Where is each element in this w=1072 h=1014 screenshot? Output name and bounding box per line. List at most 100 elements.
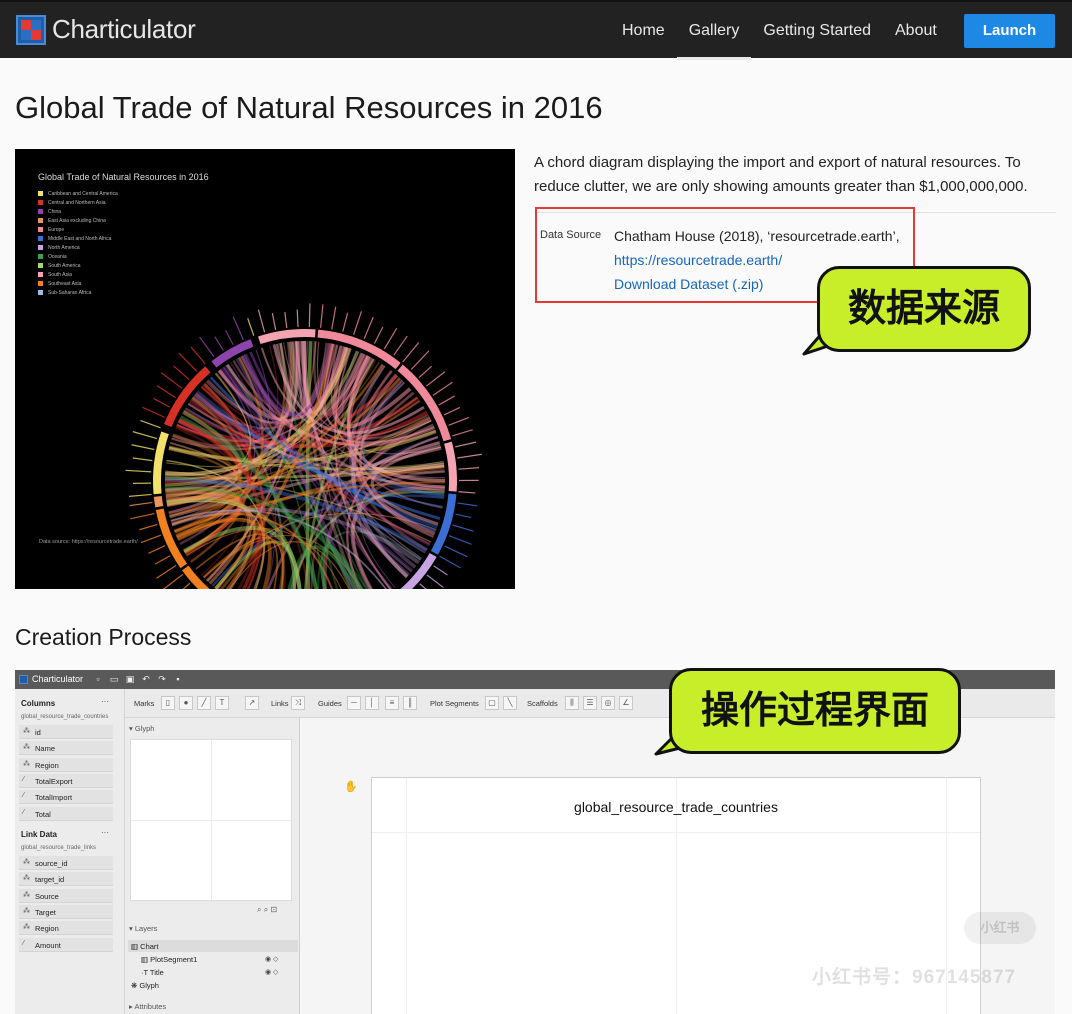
country-tick-label [448,535,472,545]
nav-getting-started[interactable]: Getting Started [751,2,883,60]
link-data-menu-icon[interactable]: ··· [101,828,109,837]
text-mark-icon[interactable]: T [215,696,229,710]
country-tick-label [452,429,473,437]
guide-h-icon[interactable]: ─ [347,696,361,710]
visibility-icon[interactable]: ◉ ◇ [265,968,278,976]
column-item[interactable]: ⁄ Amount [19,937,113,952]
country-tick-label [160,372,183,389]
section-title: Creation Process [15,624,192,650]
column-label: TotalImport [35,793,73,803]
country-tick-label [432,381,453,396]
column-item[interactable]: ⁄ TotalImport [19,790,113,805]
country-tick-label [308,303,311,328]
country-tick-label [128,493,152,497]
v-scaffold-icon[interactable]: ☰ [583,696,597,710]
column-label: TotalExport [35,776,73,786]
layer-glyph[interactable]: ❋ Glyph [131,981,159,990]
legend-label: Caribbean and Central America [48,190,118,197]
column-label: id [35,728,41,737]
line-segment-icon[interactable]: ╲ [503,696,517,710]
country-tick-label [257,309,266,333]
legend-item: Central and Northern Asia [38,198,118,207]
line-mark-icon[interactable]: ╱ [197,696,211,710]
nested-chart-icon[interactable]: ↗ [245,696,259,710]
canvas-chart-title[interactable]: global_resource_trade_countries [372,799,980,815]
preview-legend: Caribbean and Central America Central and… [38,189,118,297]
polar-scaffold-icon[interactable]: ◎ [601,696,615,710]
column-item[interactable]: ⁂ target_id [19,872,113,887]
column-item[interactable]: ⁂ id [19,725,113,739]
chord-arc [153,496,164,508]
column-item[interactable]: ⁂ Region [19,757,113,772]
curve-scaffold-icon[interactable]: ∠ [619,696,633,710]
delete-icon[interactable]: ▪ [173,674,183,684]
guide-grid-v-icon[interactable]: ║ [403,696,417,710]
layer-chart[interactable]: ▥ Chart [131,942,159,951]
country-tick-label [132,457,153,462]
country-tick-label [154,555,171,565]
save-icon[interactable]: ▣ [125,674,135,684]
column-label: Target [35,907,56,917]
column-label: source_id [35,859,68,868]
nav-home[interactable]: Home [610,2,677,60]
undo-icon[interactable]: ↶ [141,674,151,684]
zoom-icons[interactable]: ⌕ ⌕ ⊡ [257,905,277,915]
legend-swatch [38,245,43,250]
column-item[interactable]: ⁂ Region [19,921,113,936]
chord-arc [444,441,457,492]
chord-arc [153,431,169,495]
chart-preview-image[interactable]: Global Trade of Natural Resources in 201… [15,149,515,589]
link-tool-icon[interactable]: ⤨ [291,696,305,710]
legend-label: North America [48,244,80,251]
legend-label: South America [48,262,81,269]
open-folder-icon[interactable]: ▭ [109,674,119,684]
redo-icon[interactable]: ↷ [157,674,167,684]
column-item[interactable]: ⁄ TotalExport [19,773,113,788]
columns-menu-icon[interactable]: ··· [101,697,109,706]
guide-grid-h-icon[interactable]: ≡ [385,696,399,710]
layer-plotsegment[interactable]: ▥ PlotSegment1 [141,955,197,964]
country-tick-label [331,306,337,330]
chart-description: A chord diagram displaying the import an… [534,154,1028,195]
column-item[interactable]: ⁂ Target [19,904,113,919]
nav-links: Home Gallery Getting Started About [610,2,949,60]
country-tick-label [458,467,480,470]
legend-swatch [38,236,43,241]
column-item[interactable]: ⁂ source_id [19,856,113,870]
region-segment-icon[interactable]: ▢ [485,696,499,710]
h-scaffold-icon[interactable]: ⫼ [565,696,579,710]
country-tick-label [162,574,184,589]
numeric-icon: ⁄ [23,775,25,783]
country-tick-label [247,318,255,336]
column-item[interactable]: ⁂ Source [19,888,113,903]
page-title: Global Trade of Natural Resources in 201… [15,90,603,125]
country-tick-label [426,574,444,589]
symbol-mark-icon[interactable]: ● [179,696,193,710]
new-file-icon[interactable]: ▫ [93,674,103,684]
guide-v-icon[interactable]: │ [365,696,379,710]
visibility-icon[interactable]: ◉ ◇ [265,955,278,963]
categorical-icon: ⁂ [23,728,30,735]
link-table-name: global_resource_trade_links [21,845,97,851]
nav-gallery[interactable]: Gallery [676,2,752,60]
preview-title: Global Trade of Natural Resources in 201… [38,172,209,182]
country-tick-label [142,406,166,418]
country-tick-label [178,352,198,372]
country-tick-label [353,311,363,336]
legend-item: Oceania [38,252,118,261]
layer-title[interactable]: ·T Title [141,968,164,977]
legend-swatch [38,218,43,223]
nav-about[interactable]: About [883,2,949,60]
glyph-editor[interactable] [130,739,292,901]
column-item[interactable]: ⁂ Name [19,741,113,756]
legend-item: China [38,207,118,216]
country-tick-label [130,512,155,520]
column-item[interactable]: ⁄ Total [19,806,113,821]
hand-tool-icon[interactable]: ✋ [344,780,358,793]
legend-label: Central and Northern Asia [48,199,106,206]
launch-button[interactable]: Launch [964,14,1055,48]
rect-mark-icon[interactable]: ▯ [161,696,175,710]
brand[interactable]: Charticulator [16,14,196,45]
legend-item: Caribbean and Central America [38,189,118,198]
country-tick-label [393,335,408,356]
